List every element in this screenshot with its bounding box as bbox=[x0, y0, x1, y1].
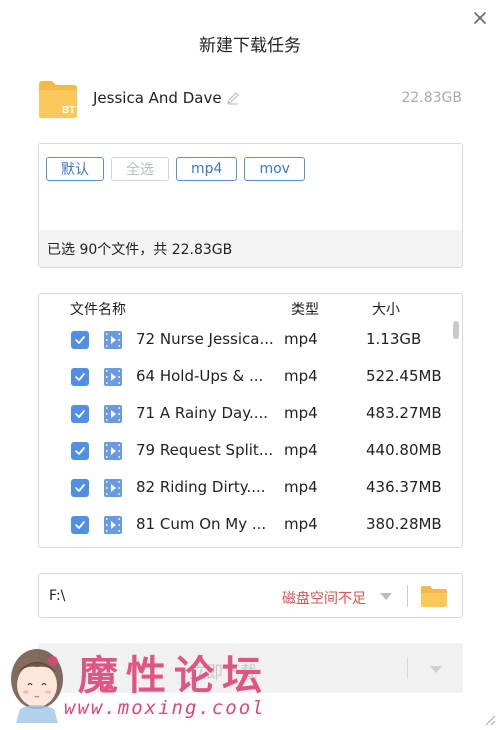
file-size: 436.37MB bbox=[366, 478, 442, 496]
file-type: mp4 bbox=[284, 515, 318, 533]
file-name: 71 A Rainy Day.... bbox=[136, 404, 269, 422]
divider bbox=[407, 657, 408, 679]
close-icon[interactable] bbox=[472, 10, 488, 26]
file-size: 522.45MB bbox=[366, 367, 442, 385]
file-type: mp4 bbox=[284, 330, 318, 348]
filter-chip-default[interactable]: 默认 bbox=[46, 157, 104, 181]
check-icon bbox=[75, 336, 85, 344]
file-list-scrollbar[interactable] bbox=[453, 321, 459, 339]
file-name: 64 Hold-Ups & ... bbox=[136, 367, 264, 385]
watermark-url: www.moxing.cool bbox=[64, 697, 266, 719]
bt-folder-icon: BT bbox=[39, 81, 77, 118]
download-now-button[interactable]: 立即下载 bbox=[38, 643, 463, 693]
file-checkbox[interactable] bbox=[71, 479, 89, 497]
file-checkbox[interactable] bbox=[71, 442, 89, 460]
file-type: mp4 bbox=[284, 367, 318, 385]
file-row[interactable]: 82 Riding Dirty.... mp4 436.37MB bbox=[39, 469, 462, 506]
filter-panel: 默认 全选 mp4 mov 已选 90个文件，共 22.83GB bbox=[38, 143, 463, 268]
file-checkbox[interactable] bbox=[71, 368, 89, 386]
file-checkbox[interactable] bbox=[71, 405, 89, 423]
file-row[interactable]: 64 Hold-Ups & ... mp4 522.45MB bbox=[39, 358, 462, 395]
file-name: 79 Request Split... bbox=[136, 441, 274, 459]
save-path[interactable]: F:\ bbox=[49, 588, 65, 604]
file-size: 440.80MB bbox=[366, 441, 442, 459]
browse-folder-icon[interactable] bbox=[420, 584, 448, 608]
file-checkbox[interactable] bbox=[71, 331, 89, 349]
chevron-down-icon[interactable] bbox=[429, 665, 443, 674]
check-icon bbox=[75, 484, 85, 492]
torrent-total-size: 22.83GB bbox=[401, 90, 462, 106]
save-path-field[interactable]: F:\ 磁盘空间不足 bbox=[38, 573, 463, 618]
check-icon bbox=[75, 410, 85, 418]
file-name: 81 Cum On My ... bbox=[136, 515, 267, 533]
video-file-icon bbox=[104, 368, 122, 386]
check-icon bbox=[75, 521, 85, 529]
file-list: 文件名称 类型 大小 72 Nurse Jessica... mp4 1.13GB 6… bbox=[38, 293, 463, 548]
resize-grip-icon[interactable] bbox=[482, 712, 496, 726]
torrent-name-row: Jessica And Dave bbox=[93, 89, 240, 107]
file-type: mp4 bbox=[284, 441, 318, 459]
video-file-icon bbox=[104, 442, 122, 460]
check-icon bbox=[75, 373, 85, 381]
file-type: mp4 bbox=[284, 404, 318, 422]
dialog-title: 新建下载任务 bbox=[199, 36, 301, 56]
video-file-icon bbox=[104, 331, 122, 349]
filter-chips: 默认 全选 mp4 mov bbox=[46, 157, 305, 181]
file-row[interactable]: 79 Request Split... mp4 440.80MB bbox=[39, 432, 462, 469]
filter-chip-mp4[interactable]: mp4 bbox=[176, 157, 238, 181]
divider bbox=[407, 585, 408, 607]
file-size: 380.28MB bbox=[366, 515, 442, 533]
file-checkbox[interactable] bbox=[71, 516, 89, 534]
filter-chip-mov[interactable]: mov bbox=[244, 157, 305, 181]
column-header-name[interactable]: 文件名称 bbox=[70, 299, 126, 319]
video-file-icon bbox=[104, 405, 122, 423]
file-size: 483.27MB bbox=[366, 404, 442, 422]
selection-summary: 已选 90个文件，共 22.83GB bbox=[39, 230, 462, 267]
video-file-icon bbox=[104, 516, 122, 534]
check-icon bbox=[75, 447, 85, 455]
torrent-name: Jessica And Dave bbox=[93, 89, 222, 107]
file-size: 1.13GB bbox=[366, 330, 422, 348]
file-row[interactable]: 71 A Rainy Day.... mp4 483.27MB bbox=[39, 395, 462, 432]
chevron-down-icon[interactable] bbox=[379, 592, 393, 601]
filter-chip-select-all[interactable]: 全选 bbox=[111, 157, 169, 181]
disk-space-warning: 磁盘空间不足 bbox=[282, 591, 366, 607]
column-header-size[interactable]: 大小 bbox=[372, 299, 400, 319]
file-name: 72 Nurse Jessica... bbox=[136, 330, 274, 348]
file-list-header: 文件名称 类型 大小 bbox=[39, 299, 462, 319]
file-name: 82 Riding Dirty.... bbox=[136, 478, 266, 496]
file-type: mp4 bbox=[284, 478, 318, 496]
column-header-type[interactable]: 类型 bbox=[291, 299, 319, 319]
video-file-icon bbox=[104, 479, 122, 497]
svg-text:BT: BT bbox=[62, 105, 75, 116]
edit-icon[interactable] bbox=[226, 91, 240, 105]
file-row[interactable]: 72 Nurse Jessica... mp4 1.13GB bbox=[39, 321, 462, 358]
download-now-label: 立即下载 bbox=[189, 663, 257, 683]
file-row[interactable]: 81 Cum On My ... mp4 380.28MB bbox=[39, 506, 462, 543]
